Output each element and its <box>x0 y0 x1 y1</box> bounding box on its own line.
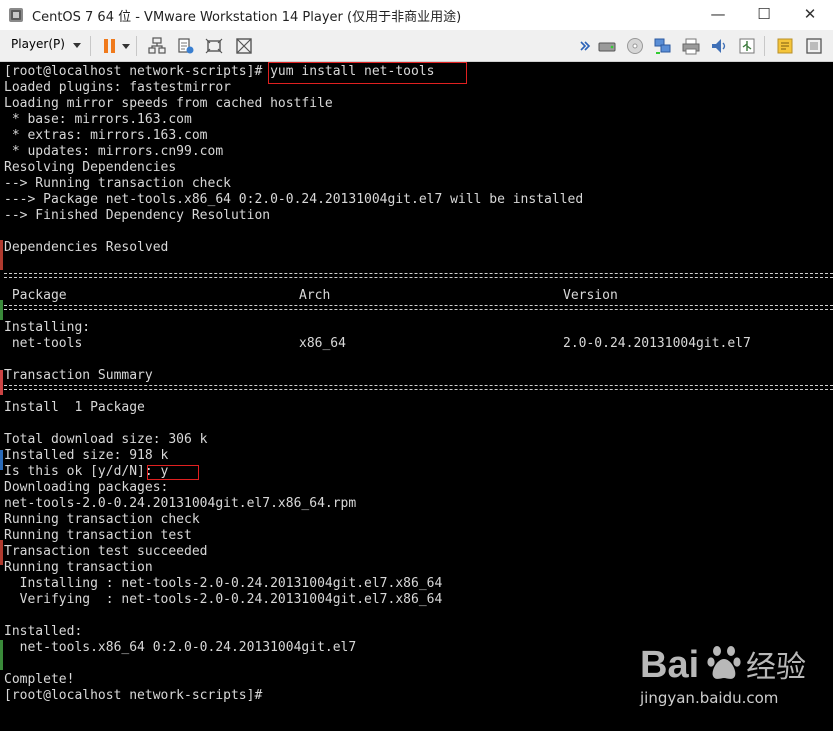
hard-disk-icon[interactable] <box>598 37 616 55</box>
fit-guest-icon[interactable] <box>205 37 223 55</box>
vmware-app-icon <box>9 8 23 22</box>
terminal-line: Transaction test succeeded <box>4 544 208 559</box>
terminal-line: --> Finished Dependency Resolution <box>4 208 271 223</box>
pause-icon[interactable] <box>101 37 119 55</box>
window-title-bar: CentOS 7 64 位 - VMware Workstation 14 Pl… <box>0 0 833 30</box>
terminal-line: Total download size: 306 k <box>4 432 208 447</box>
terminal-line: net-tools-2.0-0.24.20131004git.el7.x86_6… <box>4 496 357 511</box>
separator-rule <box>4 273 833 278</box>
terminal-line: Loaded plugins: fastestmirror <box>4 80 231 95</box>
terminal-line: Dependencies Resolved <box>4 240 169 255</box>
toolbar-divider <box>136 36 137 56</box>
terminal-line: Resolving Dependencies <box>4 160 177 175</box>
column-header-version: Version <box>563 288 618 303</box>
command-highlight-box <box>268 62 467 84</box>
toolbar-divider <box>90 36 91 56</box>
terminal-line: Running transaction check <box>4 512 200 527</box>
sound-card-icon[interactable] <box>710 37 728 55</box>
terminal-console[interactable]: [root@localhost network-scripts]# yum in… <box>0 62 833 731</box>
terminal-line: ---> Package net-tools.x86_64 0:2.0-0.24… <box>4 192 584 207</box>
toolbar-divider <box>764 36 765 56</box>
window-title: CentOS 7 64 位 - VMware Workstation 14 Pl… <box>32 10 462 25</box>
terminal-prompt: [root@localhost network-scripts]# <box>4 688 263 703</box>
terminal-line: Installed: <box>4 624 83 639</box>
terminal-line: Is this ok [y/d/N]: y <box>4 464 169 479</box>
terminal-line: Install 1 Package <box>4 400 145 415</box>
terminal-line: Running transaction test <box>4 528 192 543</box>
terminal-line: Transaction Summary <box>4 368 153 383</box>
player-menu-button[interactable]: Player(P) <box>11 37 65 51</box>
cd-dvd-icon[interactable] <box>626 37 644 55</box>
jingyan-logo-text: 经验 <box>746 650 806 685</box>
terminal-line: net-tools.x86_64 0:2.0-0.24.20131004git.… <box>4 640 357 655</box>
terminal-line: Installing: <box>4 320 91 335</box>
package-arch-cell: x86_64 <box>299 336 346 351</box>
vm-settings-icon[interactable] <box>177 37 195 55</box>
minimize-button[interactable]: — <box>695 0 741 30</box>
column-header-arch: Arch <box>299 288 331 303</box>
terminal-line: Running transaction <box>4 560 153 575</box>
usb-icon[interactable] <box>738 37 756 55</box>
close-button[interactable]: ✕ <box>787 0 833 30</box>
send-ctrl-alt-del-icon[interactable] <box>148 37 166 55</box>
unity-icon[interactable] <box>235 37 253 55</box>
printer-icon[interactable] <box>682 37 700 55</box>
baidu-logo-text: Bai <box>640 644 699 686</box>
player-toolbar: Player(P) <box>0 30 833 62</box>
terminal-line: Installed size: 918 k <box>4 448 169 463</box>
package-version-cell: 2.0-0.24.20131004git.el7 <box>563 336 751 351</box>
column-header-package: Package <box>4 288 67 303</box>
baidu-jingyan-watermark: Bai 经验 jingyan.baidu.com <box>638 637 828 717</box>
fullscreen-icon[interactable] <box>805 37 823 55</box>
network-adapter-icon[interactable] <box>654 37 672 55</box>
terminal-line: Loading mirror speeds from cached hostfi… <box>4 96 333 111</box>
terminal-line: * extras: mirrors.163.com <box>4 128 208 143</box>
maximize-button[interactable]: ☐ <box>741 0 787 30</box>
more-chevron-icon[interactable] <box>579 37 591 55</box>
package-name-cell: net-tools <box>4 336 83 351</box>
terminal-line: * updates: mirrors.cn99.com <box>4 144 224 159</box>
terminal-line: Downloading packages: <box>4 480 169 495</box>
separator-rule <box>4 305 833 310</box>
desktop-edge-strip <box>0 240 3 670</box>
terminal-line: Complete! <box>4 672 75 687</box>
terminal-line: --> Running transaction check <box>4 176 231 191</box>
answer-highlight-box <box>147 465 199 480</box>
separator-rule <box>4 385 833 390</box>
watermark-url: jingyan.baidu.com <box>640 689 779 707</box>
terminal-line: * base: mirrors.163.com <box>4 112 192 127</box>
message-log-icon[interactable] <box>776 37 794 55</box>
terminal-line: Installing : net-tools-2.0-0.24.20131004… <box>4 576 443 591</box>
chevron-down-icon[interactable] <box>122 44 130 50</box>
baidu-logo: Bai 经验 <box>640 644 806 686</box>
chevron-down-icon[interactable] <box>73 43 81 48</box>
terminal-line: Verifying : net-tools-2.0-0.24.20131004g… <box>4 592 443 607</box>
